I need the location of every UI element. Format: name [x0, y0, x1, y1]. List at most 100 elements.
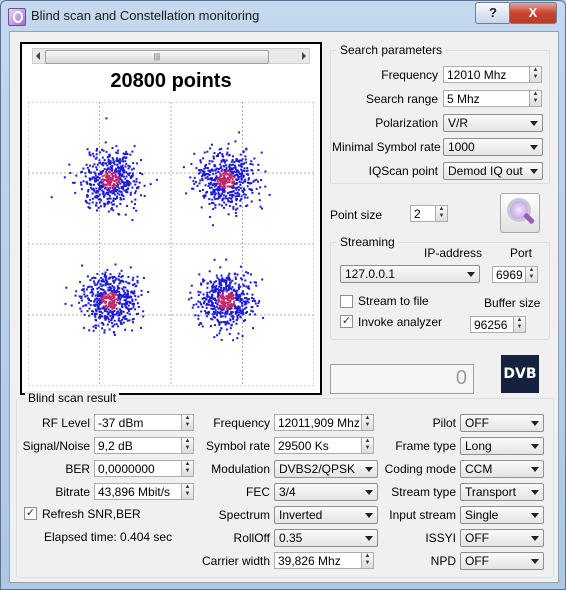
constellation-point: [91, 288, 94, 291]
constellation-point: [92, 280, 95, 283]
fec-select[interactable]: 3/4: [274, 483, 378, 501]
scroll-right-icon[interactable]: [302, 52, 306, 60]
constellation-point: [110, 290, 113, 293]
constellation-point: [95, 187, 98, 190]
invoke-analyzer-checkbox[interactable]: ✓: [340, 315, 353, 328]
constellation-point: [109, 287, 112, 290]
constellation-point: [198, 273, 201, 276]
constellation-point: [129, 182, 132, 185]
constellation-point: [232, 315, 235, 318]
constellation-point: [132, 292, 135, 295]
symbol-rate-spinner[interactable]: ▲ ▼: [361, 437, 374, 454]
constellation-point: [226, 320, 229, 323]
constellation-point: [214, 309, 217, 312]
polarization-select[interactable]: V/R: [443, 114, 543, 132]
npd-select[interactable]: OFF: [460, 552, 544, 570]
constellation-point: [116, 152, 119, 155]
constellation-point: [228, 332, 231, 335]
constellation-point: [97, 279, 100, 282]
constellation-point: [207, 310, 210, 313]
constellation-point: [205, 306, 208, 309]
constellation-point: [116, 160, 119, 163]
constellation-point: [215, 175, 218, 178]
constellation-point: [249, 313, 251, 316]
search-frequency-spinner[interactable]: ▲ ▼: [529, 66, 542, 83]
search-frequency-input[interactable]: 12010 Mhz: [443, 66, 531, 83]
constellation-point: [232, 205, 235, 208]
point-size-input[interactable]: 2: [410, 205, 436, 222]
constellation-point: [213, 196, 216, 199]
refresh-snr-ber-checkbox[interactable]: ✓: [24, 507, 37, 520]
constellation-point: [204, 177, 207, 180]
constellation-point: [80, 299, 83, 302]
constellation-point: [134, 285, 137, 288]
buffer-size-input[interactable]: 96256: [470, 316, 514, 333]
constellation-point: [224, 181, 227, 184]
coding-mode-select[interactable]: CCM: [460, 460, 544, 478]
zoom-button[interactable]: [500, 193, 540, 233]
help-button[interactable]: ?: [475, 2, 511, 24]
title-bar[interactable]: Blind scan and Constellation monitoring …: [1, 1, 565, 31]
constellation-point: [204, 164, 207, 167]
constellation-point: [200, 303, 203, 306]
constellation-point: [250, 169, 253, 171]
stream-to-file-checkbox[interactable]: [340, 295, 353, 308]
constellation-point: [91, 313, 93, 315]
pilot-select[interactable]: OFF: [460, 414, 544, 432]
constellation-point: [103, 329, 106, 332]
constellation-point: [235, 158, 238, 160]
spectrum-select[interactable]: Inverted: [274, 506, 378, 524]
constellation-point: [110, 201, 113, 204]
constellation-point: [111, 322, 113, 325]
constellation-point: [137, 295, 140, 298]
carrier-width-spinner[interactable]: ▲ ▼: [361, 552, 374, 569]
constellation-point: [214, 198, 217, 201]
constellation-point: [231, 187, 234, 189]
constellation-point: [70, 304, 73, 307]
constellation-point: [208, 174, 211, 176]
result-frequency-spinner[interactable]: ▲ ▼: [361, 414, 374, 431]
constellation-point: [104, 187, 106, 190]
constellation-point: [250, 188, 253, 191]
constellation-point: [124, 177, 127, 180]
plot-scrollbar[interactable]: |||: [32, 48, 310, 64]
buffer-size-spinner[interactable]: ▲ ▼: [513, 316, 526, 333]
constellation-point: [93, 312, 96, 315]
search-range-input[interactable]: 5 Mhz: [443, 90, 531, 107]
scroll-left-icon[interactable]: [36, 52, 40, 60]
search-range-spinner[interactable]: ▲ ▼: [529, 90, 542, 107]
constellation-point: [228, 165, 231, 168]
constellation-point: [254, 300, 256, 303]
ip-address-select[interactable]: 127.0.0.1: [340, 265, 480, 283]
constellation-point: [105, 169, 108, 171]
constellation-point: [250, 297, 253, 299]
iqscan-point-select[interactable]: Demod IQ out: [443, 162, 543, 180]
constellation-point: [126, 307, 129, 310]
constellation-point: [212, 283, 215, 286]
constellation-point: [97, 281, 100, 284]
constellation-point: [203, 167, 206, 170]
constellation-point: [94, 315, 97, 318]
frame-type-select[interactable]: Long: [460, 437, 544, 455]
close-button[interactable]: X: [509, 2, 557, 24]
scroll-thumb[interactable]: |||: [45, 50, 269, 64]
constellation-point: [238, 308, 241, 311]
port-spinner[interactable]: ▲ ▼: [525, 266, 538, 283]
modulation-select[interactable]: DVBS2/QPSK: [274, 460, 378, 478]
constellation-point: [107, 181, 110, 184]
constellation-point: [50, 196, 53, 199]
constellation-point: [93, 163, 96, 166]
constellation-point: [104, 282, 107, 285]
point-size-spinner[interactable]: ▲ ▼: [435, 205, 448, 222]
constellation-point: [106, 189, 109, 192]
ber-label: BER: [65, 462, 90, 476]
rolloff-select[interactable]: 0.35: [274, 529, 378, 547]
constellation-point: [73, 181, 76, 184]
port-input[interactable]: 6969: [492, 266, 526, 283]
constellation-point: [93, 282, 96, 285]
input-stream-select[interactable]: Single: [460, 506, 544, 524]
issyi-select[interactable]: OFF: [460, 529, 544, 547]
constellation-point: [225, 258, 228, 261]
min-symbol-rate-select[interactable]: 1000: [443, 138, 543, 156]
stream-type-select[interactable]: Transport: [460, 483, 544, 501]
